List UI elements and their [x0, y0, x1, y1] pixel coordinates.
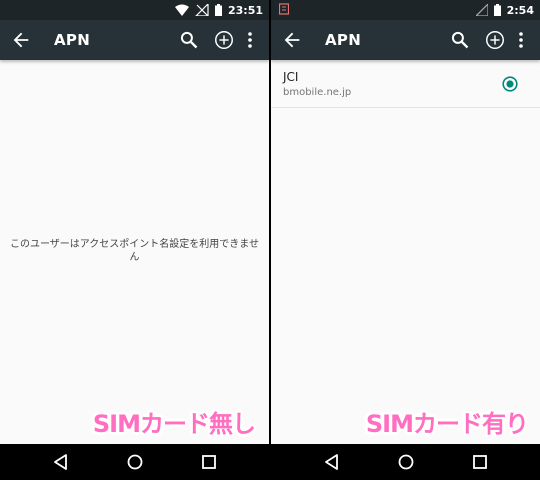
app-toolbar: APN — [0, 20, 269, 60]
back-nav-icon[interactable] — [323, 453, 341, 471]
status-time: 2:54 — [506, 3, 534, 17]
right-screen: 2:54 APN JCI bmobile.ne.jp SIMカード有り — [271, 0, 540, 480]
more-vert-icon[interactable] — [517, 30, 525, 50]
wifi-icon — [174, 4, 189, 16]
app-toolbar: APN — [271, 20, 540, 60]
search-icon[interactable] — [179, 30, 199, 50]
add-circle-icon[interactable] — [213, 29, 235, 51]
apn-address: bmobile.ne.jp — [283, 87, 352, 98]
recents-nav-icon[interactable] — [200, 453, 218, 471]
status-bar: 2:54 — [271, 0, 540, 20]
signal-icon — [475, 4, 488, 16]
recents-nav-icon[interactable] — [471, 453, 489, 471]
apn-list-item[interactable]: JCI bmobile.ne.jp — [271, 60, 540, 108]
more-vert-icon[interactable] — [246, 30, 254, 50]
caption-overlay: SIMカード有り — [365, 410, 529, 438]
search-icon[interactable] — [450, 30, 470, 50]
left-screen: 23:51 APN このユーザーはアクセスポイント名設定を利用できません SIM… — [0, 0, 269, 480]
back-arrow-icon[interactable] — [281, 29, 303, 51]
back-arrow-icon[interactable] — [10, 29, 32, 51]
page-title: APN — [54, 31, 91, 49]
back-nav-icon[interactable] — [52, 453, 70, 471]
empty-state-message: このユーザーはアクセスポイント名設定を利用できません — [10, 239, 259, 263]
add-circle-icon[interactable] — [484, 29, 506, 51]
home-nav-icon[interactable] — [397, 453, 415, 471]
battery-icon — [214, 4, 222, 16]
page-title: APN — [325, 31, 362, 49]
battery-icon — [493, 4, 501, 16]
no-signal-icon — [195, 4, 209, 16]
home-nav-icon[interactable] — [126, 453, 144, 471]
status-bar: 23:51 — [0, 0, 269, 20]
apn-name: JCI — [283, 70, 299, 84]
navigation-bar — [0, 444, 269, 480]
notification-icon — [279, 3, 289, 15]
caption-overlay: SIMカード無し — [92, 410, 256, 438]
apn-radio-selected-icon[interactable] — [502, 76, 518, 92]
status-time: 23:51 — [227, 3, 263, 17]
navigation-bar — [271, 444, 540, 480]
